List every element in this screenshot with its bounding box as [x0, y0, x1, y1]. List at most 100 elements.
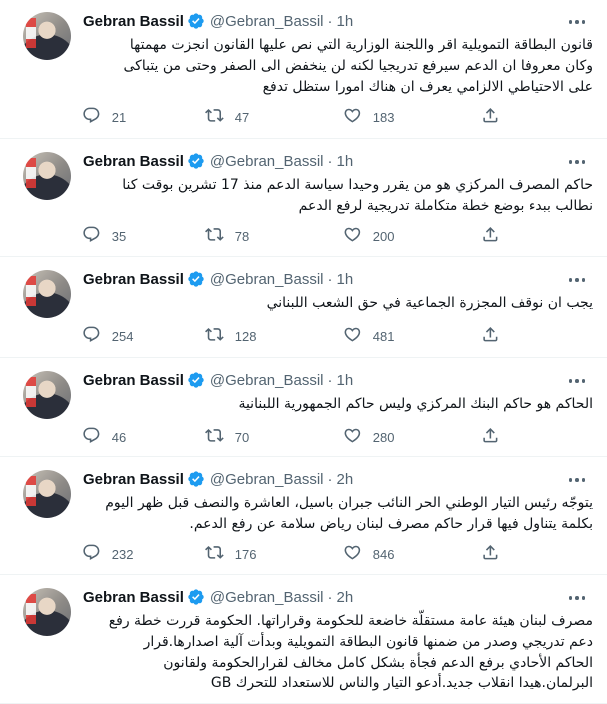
- tweet-timestamp[interactable]: 1h: [337, 13, 354, 30]
- share-button[interactable]: [481, 106, 500, 129]
- reply-icon: [82, 325, 101, 348]
- reply-button[interactable]: 21: [82, 106, 126, 129]
- avatar[interactable]: [23, 152, 71, 200]
- tweet-timestamp[interactable]: 2h: [337, 589, 354, 606]
- reply-icon: [82, 426, 101, 449]
- retweet-count: 78: [234, 228, 250, 244]
- retweet-icon: [205, 325, 224, 348]
- flag-graphic: [26, 158, 36, 188]
- author-name[interactable]: Gebran Bassil: [83, 153, 184, 170]
- more-button[interactable]: [560, 268, 594, 292]
- tweet-text: الحاكم هو حاكم البنك المركزي وليس حاكم ا…: [83, 394, 593, 415]
- tweet-header: Gebran Bassil @Gebran_Bassil · 1h: [83, 11, 353, 31]
- like-button[interactable]: 280: [343, 426, 394, 449]
- author-handle[interactable]: @Gebran_Bassil: [210, 153, 324, 170]
- like-button[interactable]: 846: [343, 543, 394, 566]
- like-count: 846: [372, 546, 395, 562]
- tweet-actions: 46 70 280: [80, 426, 520, 448]
- more-icon: [567, 20, 587, 24]
- retweet-icon: [205, 106, 224, 129]
- author-handle[interactable]: @Gebran_Bassil: [210, 271, 324, 288]
- tweet-text-line: بكلمة يتناول فيها قرار حاكم مصرف لبنان ر…: [189, 515, 593, 532]
- retweet-button[interactable]: 78: [205, 225, 249, 248]
- share-button[interactable]: [481, 426, 500, 449]
- tweet-timestamp[interactable]: 2h: [337, 471, 354, 488]
- retweet-button[interactable]: 70: [205, 426, 249, 449]
- tweet[interactable]: Gebran Bassil @Gebran_Bassil · 1h الحاكم…: [0, 359, 607, 457]
- retweet-button[interactable]: 47: [205, 106, 249, 129]
- retweet-count: 128: [234, 328, 257, 344]
- more-button[interactable]: [560, 586, 594, 610]
- author-handle[interactable]: @Gebran_Bassil: [210, 589, 324, 606]
- more-icon: [567, 478, 587, 482]
- avatar[interactable]: [23, 588, 71, 636]
- share-icon: [481, 543, 500, 566]
- tweet-timestamp[interactable]: 1h: [337, 271, 354, 288]
- tweet-text-line: حاكم المصرف المركزي هو من يقرر وحيدا سيا…: [122, 177, 593, 193]
- retweet-count: 176: [234, 546, 257, 562]
- reply-button[interactable]: 254: [82, 325, 133, 348]
- tweet[interactable]: Gebran Bassil @Gebran_Bassil · 2h مصرف ل…: [0, 576, 607, 704]
- like-icon: [343, 106, 362, 129]
- retweet-icon: [205, 225, 224, 248]
- like-icon: [343, 325, 362, 348]
- reply-count: 35: [111, 228, 127, 244]
- like-button[interactable]: 481: [343, 325, 394, 348]
- verified-badge-icon: [187, 470, 205, 488]
- tweet-text-line: البرلمان.هيدا انقلاب جديد.أدعو التيار وا…: [210, 675, 593, 692]
- share-button[interactable]: [481, 225, 500, 248]
- verified-badge-icon: [187, 152, 205, 170]
- author-name[interactable]: Gebran Bassil: [83, 372, 184, 389]
- tweet[interactable]: Gebran Bassil @Gebran_Bassil · 1h قانون …: [0, 0, 607, 139]
- tweet-text-line: يتوجّه رئيس التيار الوطني الحر النائب جب…: [105, 495, 593, 511]
- retweet-count: 70: [234, 429, 250, 445]
- reply-button[interactable]: 232: [82, 543, 133, 566]
- avatar[interactable]: [23, 270, 71, 318]
- like-button[interactable]: 200: [343, 225, 394, 248]
- avatar[interactable]: [23, 371, 71, 419]
- reply-button[interactable]: 46: [82, 426, 126, 449]
- retweet-button[interactable]: 176: [205, 543, 256, 566]
- tweet[interactable]: Gebran Bassil @Gebran_Bassil · 1h حاكم ا…: [0, 140, 607, 257]
- more-button[interactable]: [560, 369, 594, 393]
- tweet-text-line: الحاكم الأحادي برفع الدعم فجأة بشكل كامل…: [163, 654, 593, 671]
- author-name[interactable]: Gebran Bassil: [83, 471, 184, 488]
- share-button[interactable]: [481, 543, 500, 566]
- like-count: 200: [372, 228, 395, 244]
- tweet-text-line: نطالب ببدء بوضع خطة متكاملة تدريجية لرفع…: [298, 197, 593, 214]
- reply-icon: [82, 543, 101, 566]
- tweet-text-line: وكان معروفا ان الدعم سيرفع تدريجيا لكنه …: [123, 57, 594, 74]
- avatar[interactable]: [23, 12, 71, 60]
- tweet-timestamp[interactable]: 1h: [337, 372, 354, 389]
- more-button[interactable]: [560, 10, 594, 34]
- tweet-text-line: يجب ان نوقف المجزرة الجماعية في حق الشعب…: [266, 295, 593, 311]
- more-button[interactable]: [560, 468, 594, 492]
- author-handle[interactable]: @Gebran_Bassil: [210, 372, 324, 389]
- more-button[interactable]: [560, 150, 594, 174]
- reply-count: 232: [111, 546, 134, 562]
- reply-count: 46: [111, 429, 127, 445]
- separator-dot: ·: [327, 270, 333, 288]
- author-name[interactable]: Gebran Bassil: [83, 589, 184, 606]
- reply-button[interactable]: 35: [82, 225, 126, 248]
- like-button[interactable]: 183: [343, 106, 394, 129]
- tweet-header: Gebran Bassil @Gebran_Bassil · 1h: [83, 151, 353, 171]
- author-handle[interactable]: @Gebran_Bassil: [210, 471, 324, 488]
- avatar[interactable]: [23, 470, 71, 518]
- tweet-text-line: مصرف لبنان هيئة عامة مستقلّة خاضعة للحكو…: [108, 613, 593, 629]
- retweet-button[interactable]: 128: [205, 325, 256, 348]
- author-name[interactable]: Gebran Bassil: [83, 271, 184, 288]
- author-name[interactable]: Gebran Bassil: [83, 13, 184, 30]
- tweet[interactable]: Gebran Bassil @Gebran_Bassil · 2h يتوجّه…: [0, 458, 607, 575]
- tweet[interactable]: Gebran Bassil @Gebran_Bassil · 1h يجب ان…: [0, 258, 607, 358]
- reply-count: 254: [111, 328, 134, 344]
- like-icon: [343, 225, 362, 248]
- like-icon: [343, 543, 362, 566]
- tweet-timestamp[interactable]: 1h: [337, 153, 354, 170]
- more-icon: [567, 596, 587, 600]
- flag-graphic: [26, 594, 36, 624]
- verified-badge-icon: [187, 588, 205, 606]
- author-handle[interactable]: @Gebran_Bassil: [210, 13, 324, 30]
- share-button[interactable]: [481, 325, 500, 348]
- more-icon: [567, 278, 587, 282]
